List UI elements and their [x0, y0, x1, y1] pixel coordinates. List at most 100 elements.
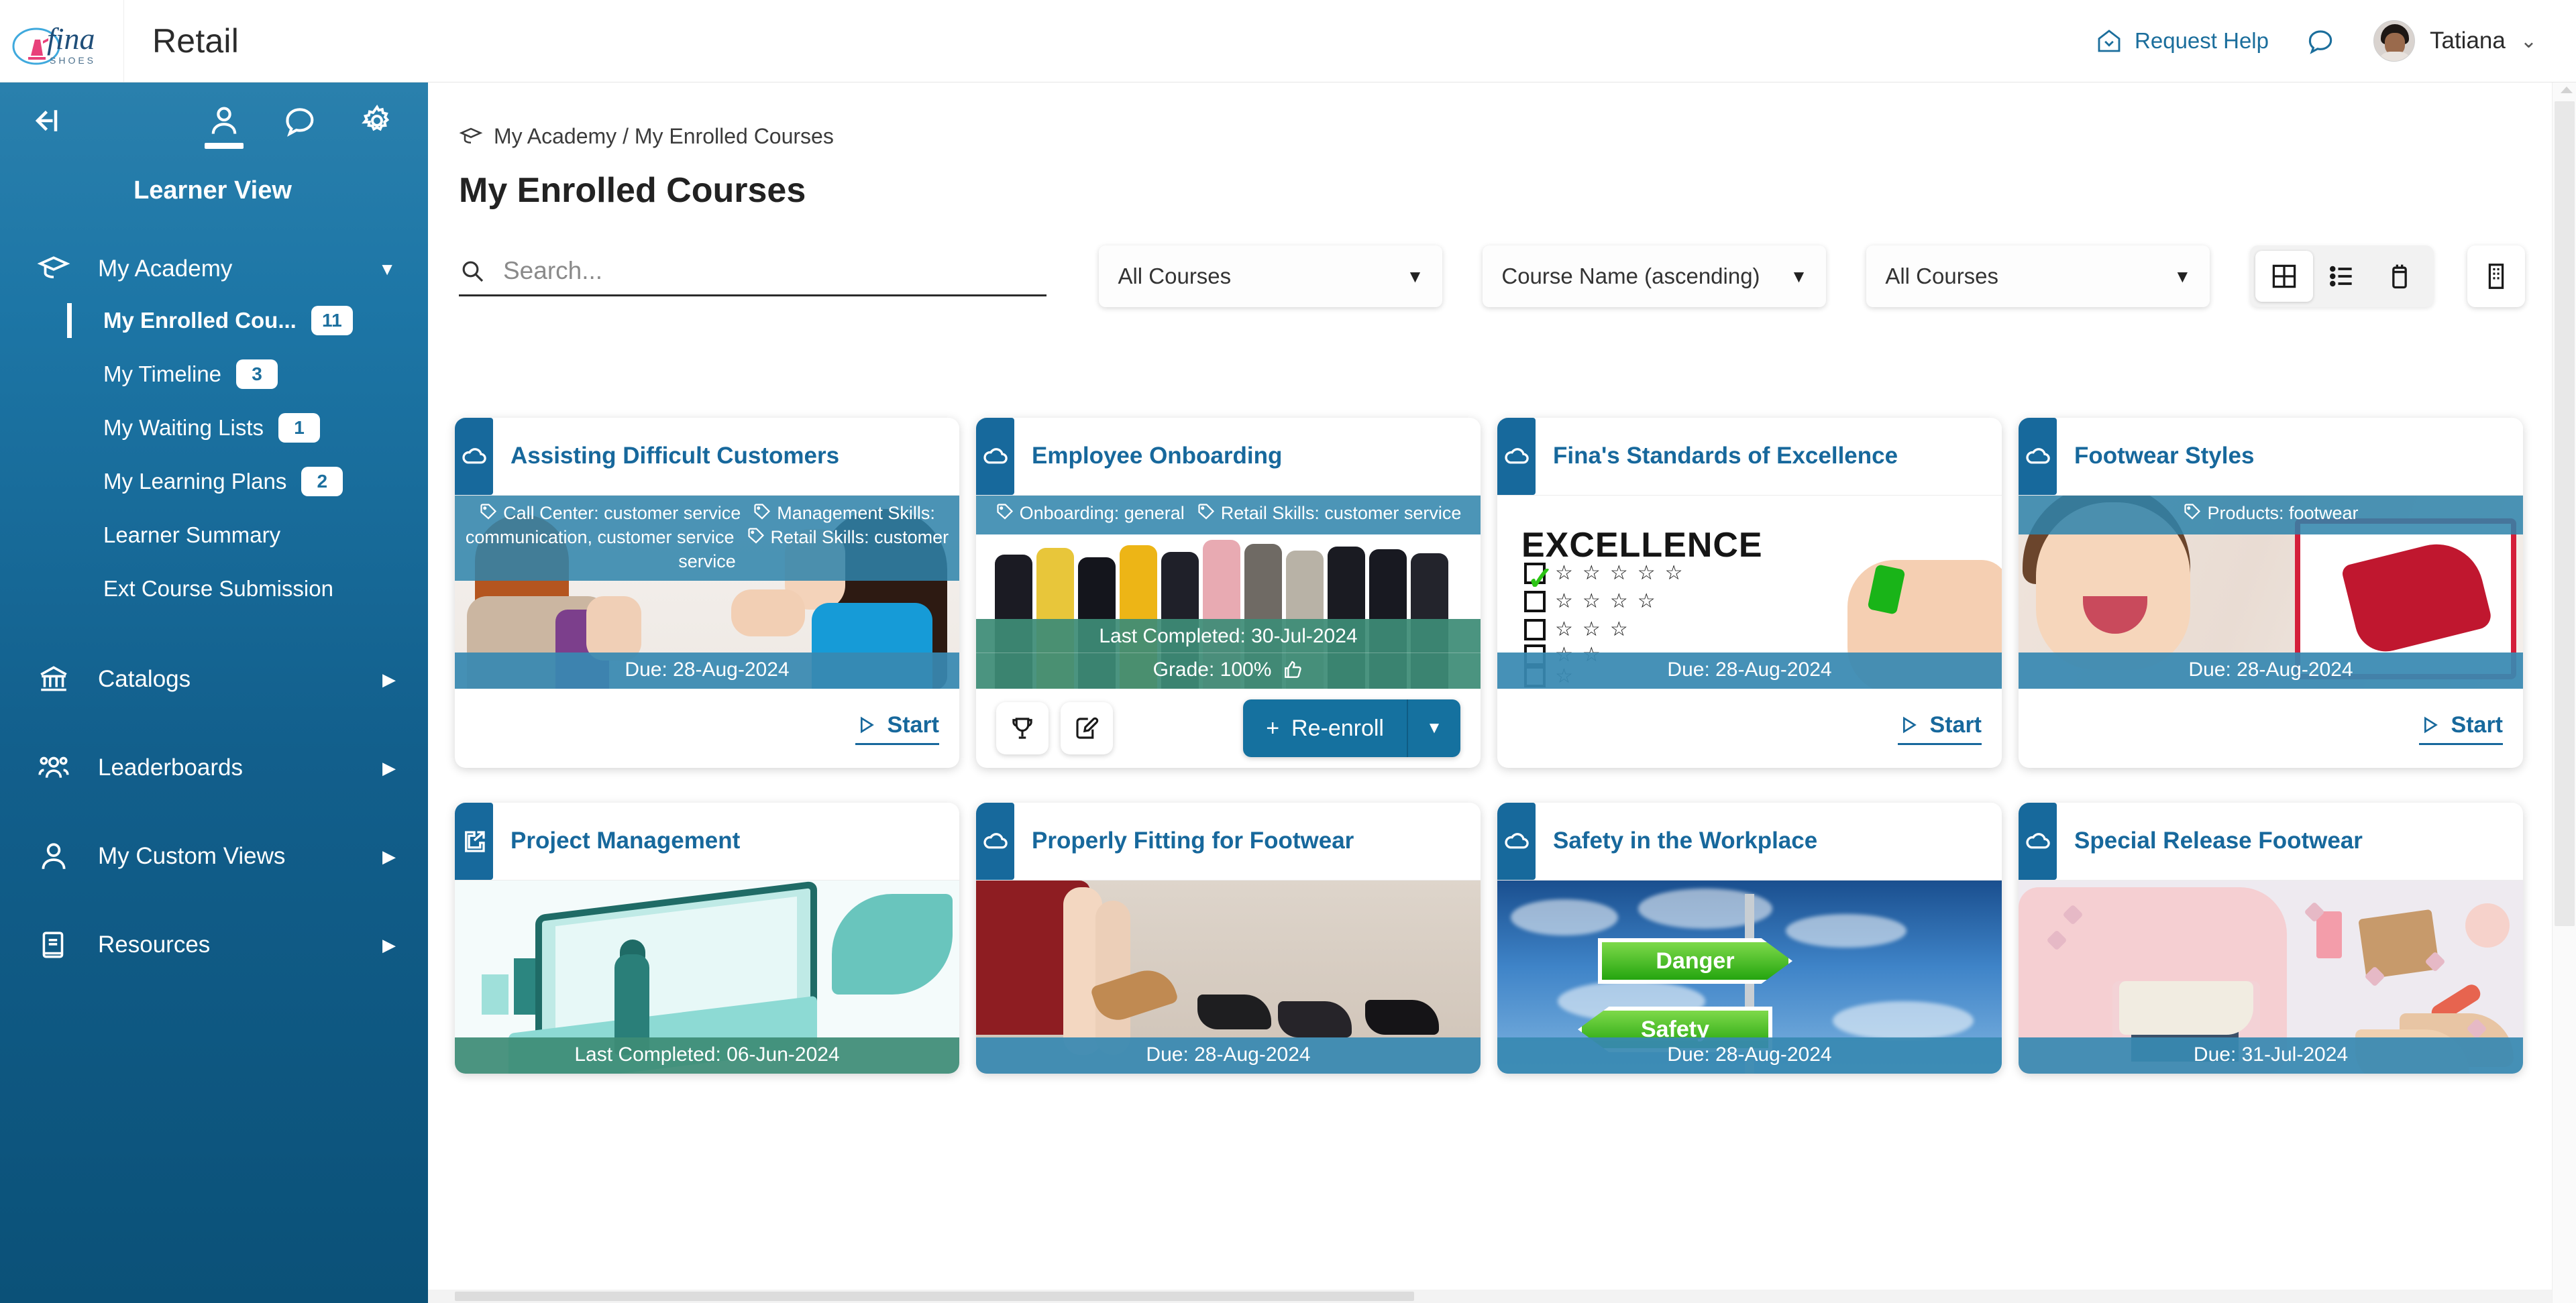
request-help-button[interactable]: Request Help	[2096, 27, 2269, 54]
main-content: My Academy / My Enrolled Courses My Enro…	[428, 82, 2561, 1303]
sidebar-item-catalogs[interactable]: Catalogs ▶	[0, 655, 428, 704]
cloud-icon	[2019, 418, 2057, 495]
card-media: Due: 28-Aug-2024	[976, 881, 1481, 1074]
page-title: My Enrolled Courses	[459, 171, 806, 210]
external-link-icon	[455, 803, 493, 880]
cloud-icon	[455, 418, 493, 495]
scroll-up-arrow-icon[interactable]	[2561, 87, 2573, 93]
course-card[interactable]: Special Release Footwear Due: 31-Jul-202…	[2019, 803, 2523, 1074]
card-tag-text: Onboarding: general	[1019, 503, 1185, 523]
start-button[interactable]: Start	[855, 712, 939, 745]
sort-select[interactable]: Course Name (ascending) ▼	[1483, 245, 1827, 307]
course-card[interactable]: Footwear Styles Products: footwear Due: …	[2019, 418, 2523, 768]
user-name: Tatiana	[2429, 27, 2506, 54]
tag-icon	[753, 502, 771, 526]
app-title: Retail	[152, 22, 239, 60]
card-tags: Call Center: customer service Management …	[455, 496, 959, 581]
card-title: Project Management	[511, 828, 741, 854]
last-completed-text: Last Completed: 30-Jul-2024	[1099, 625, 1358, 647]
vertical-scrollbar[interactable]	[2552, 82, 2576, 1303]
horizontal-scrollbar-thumb[interactable]	[455, 1292, 1414, 1301]
card-header: Properly Fitting for Footwear	[976, 803, 1481, 881]
search-input[interactable]	[503, 256, 1047, 285]
trophy-button[interactable]	[996, 702, 1049, 754]
sidebar-item-leaderboards[interactable]: Leaderboards ▶	[0, 743, 428, 793]
chevron-down-icon: ▼	[2174, 266, 2192, 286]
card-tag-text: Products: footwear	[2207, 503, 2359, 523]
sidebar-item-label: My Timeline	[103, 361, 222, 386]
sidebar-item-label: Learner Summary	[103, 522, 281, 547]
status-badge: Due: 31-Jul-2024	[2019, 1037, 2523, 1074]
list-view-button[interactable]	[2313, 251, 2371, 302]
sidebar-item-my-custom-views[interactable]: My Custom Views ▶	[0, 832, 428, 881]
sidebar-item-ext-course-submission[interactable]: Ext Course Submission	[0, 562, 428, 616]
settings-tab[interactable]	[360, 103, 394, 138]
course-card[interactable]: Safety in the Workplace Danger Safety Du…	[1497, 803, 2002, 1074]
cloud-icon	[976, 418, 1014, 495]
card-header: Footwear Styles	[2019, 418, 2523, 496]
calendar-view-button[interactable]	[2371, 251, 2428, 302]
horizontal-scrollbar[interactable]	[428, 1290, 2552, 1303]
card-header: Fina's Standards of Excellence	[1497, 418, 2002, 496]
play-icon	[1902, 716, 1917, 734]
messages-tab[interactable]	[283, 103, 318, 138]
sidebar-item-my-enrolled-courses[interactable]: My Enrolled Cou... 11	[0, 294, 428, 347]
edit-pencil-icon	[1076, 717, 1099, 739]
sidebar-item-badge: 1	[278, 413, 320, 443]
sidebar-item-label: My Learning Plans	[103, 469, 287, 494]
top-header: fina SHOES Retail Request Help Tatiana ⌄	[0, 0, 2576, 82]
learner-view-tab[interactable]	[205, 103, 244, 149]
svg-text:fina: fina	[47, 21, 95, 56]
sidebar-item-label: Resources	[98, 931, 211, 958]
sidebar-item-learner-summary[interactable]: Learner Summary	[0, 508, 428, 562]
due-date-text: Due: 28-Aug-2024	[1667, 659, 1832, 681]
fina-shoes-logo-icon: fina SHOES	[12, 21, 95, 66]
chevron-right-icon: ▶	[382, 669, 396, 689]
sidebar-item-resources[interactable]: Resources ▶	[0, 920, 428, 970]
last-completed-text: Last Completed: 06-Jun-2024	[574, 1043, 840, 1066]
course-card[interactable]: Fina's Standards of Excellence EXCELLENC…	[1497, 418, 2002, 768]
re-enroll-dropdown-toggle[interactable]: ▼	[1407, 699, 1460, 757]
sidebar-item-my-academy[interactable]: My Academy ▼	[0, 244, 428, 294]
header-chat-button[interactable]	[2306, 26, 2336, 56]
brand-logo[interactable]: fina SHOES	[0, 0, 124, 82]
user-menu[interactable]: Tatiana ⌄	[2373, 20, 2537, 62]
view-toggle-group	[2250, 245, 2434, 307]
cloud-icon	[1497, 418, 1536, 495]
danger-sign-text: Danger	[1656, 948, 1735, 974]
re-enroll-label: Re-enroll	[1291, 715, 1384, 741]
course-card[interactable]: Project Management Last Completed: 06-Ju…	[455, 803, 959, 1074]
chevron-right-icon: ▶	[382, 846, 396, 866]
search-field[interactable]	[459, 256, 1047, 296]
card-media: Due: 31-Jul-2024	[2019, 881, 2523, 1074]
start-button[interactable]: Start	[1897, 712, 1982, 745]
tag-icon	[747, 526, 765, 551]
course-card[interactable]: Properly Fitting for Footwear Due: 28-Au…	[976, 803, 1481, 1074]
sidebar-item-my-timeline[interactable]: My Timeline 3	[0, 347, 428, 401]
sidebar: Learner View My Academy ▼ My Enrolled Co…	[0, 82, 428, 1303]
chevron-right-icon: ▶	[382, 757, 396, 778]
vertical-scrollbar-thumb[interactable]	[2555, 101, 2575, 926]
grid-view-button[interactable]	[2255, 251, 2314, 302]
card-media: Products: footwear Due: 28-Aug-2024	[2019, 496, 2523, 689]
search-icon	[462, 261, 484, 282]
card-header: Safety in the Workplace	[1497, 803, 2002, 881]
card-media: Last Completed: 06-Jun-2024	[455, 881, 959, 1074]
start-button[interactable]: Start	[2418, 712, 2503, 745]
secondary-filter-select[interactable]: All Courses ▼	[1866, 245, 2210, 307]
sidebar-item-my-waiting-lists[interactable]: My Waiting Lists 1	[0, 401, 428, 455]
course-card[interactable]: Assisting Difficult Customers Call Cente…	[455, 418, 959, 768]
card-title: Fina's Standards of Excellence	[1553, 443, 1898, 469]
edit-button[interactable]	[1061, 702, 1113, 754]
status-badge: Due: 28-Aug-2024	[1497, 653, 2002, 689]
card-footer: + Re-enroll ▼	[976, 689, 1481, 768]
collapse-sidebar-icon[interactable]	[25, 103, 62, 139]
re-enroll-button[interactable]: + Re-enroll	[1243, 699, 1407, 757]
sidebar-item-label: My Enrolled Cou...	[103, 308, 297, 333]
course-filter-select[interactable]: All Courses ▼	[1099, 245, 1443, 307]
course-card[interactable]: Employee Onboarding Onboarding: general …	[976, 418, 1481, 768]
breadcrumb[interactable]: My Academy / My Enrolled Courses	[459, 124, 2561, 149]
building-view-button[interactable]	[2467, 245, 2526, 307]
due-date-text: Due: 28-Aug-2024	[2188, 659, 2353, 681]
sidebar-item-my-learning-plans[interactable]: My Learning Plans 2	[0, 455, 428, 508]
